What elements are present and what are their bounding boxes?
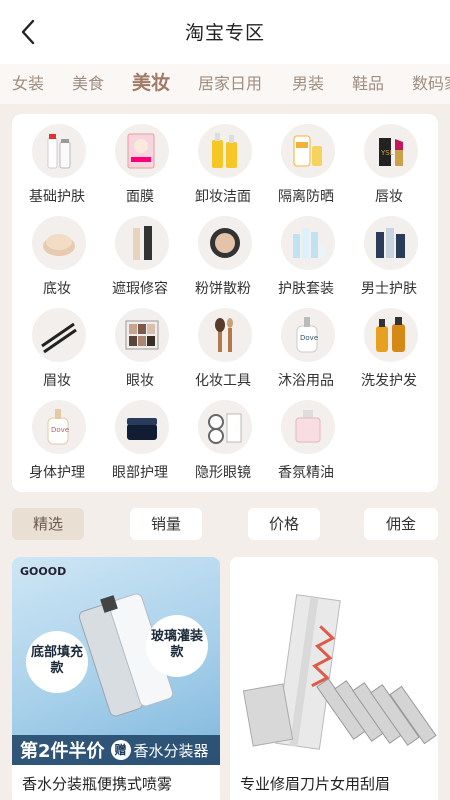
tab-shoes[interactable]: 鞋品 bbox=[352, 70, 384, 94]
cleanser-bottles-icon bbox=[198, 124, 252, 178]
subcategory-label: 唇妆 bbox=[375, 189, 403, 205]
bottom-fill-bubble: 底部填充款 bbox=[26, 631, 88, 693]
subcategory-label: 粉饼散粉 bbox=[195, 281, 251, 297]
subcategory-label: 隔离防晒 bbox=[278, 189, 334, 205]
subcategory-item[interactable]: YSL 唇妆 bbox=[347, 122, 431, 212]
body-wash-icon: Dove bbox=[281, 308, 335, 362]
subcategory-item[interactable]: 面膜 bbox=[98, 122, 182, 212]
subcategory-label: 眼妆 bbox=[126, 373, 154, 389]
subcategory-item[interactable]: Dove 身体护理 bbox=[15, 398, 99, 488]
svg-text:YSL: YSL bbox=[380, 149, 394, 157]
sunscreen-icon bbox=[281, 124, 335, 178]
eyeshadow-palette-icon bbox=[115, 308, 169, 362]
subcategory-item[interactable]: 粉饼散粉 bbox=[181, 214, 265, 304]
concealer-icon bbox=[115, 216, 169, 270]
subcategory-item[interactable]: Dove 沐浴用品 bbox=[264, 306, 348, 396]
glass-fill-bubble: 玻璃灌装款 bbox=[146, 615, 208, 677]
subcategory-label: 眉妆 bbox=[43, 373, 71, 389]
cushion-compact-icon bbox=[32, 216, 86, 270]
subcategory-label: 洗发护发 bbox=[361, 373, 417, 389]
subcategory-item[interactable]: 化妆工具 bbox=[181, 306, 265, 396]
subcategory-grid: 基础护肤 面膜 卸妆洁面 隔离防晒 YSL 唇妆 底妆 遮瑕修容 粉饼散粉 护肤… bbox=[12, 114, 438, 492]
sort-commission-button[interactable]: 佣金 bbox=[364, 508, 438, 540]
eyebrow-pencil-icon bbox=[32, 308, 86, 362]
skincare-set-icon bbox=[281, 216, 335, 270]
subcategory-item[interactable]: 基础护肤 bbox=[15, 122, 99, 212]
eye-cream-icon bbox=[115, 400, 169, 454]
subcategory-label: 沐浴用品 bbox=[278, 373, 334, 389]
eyebrow-razor-image bbox=[230, 557, 438, 765]
tab-beauty[interactable]: 美妆 bbox=[132, 68, 170, 95]
perfume-atomizer-image: GOOOD 底部填充款 玻璃灌装款 第2件半价 赠 香水分装器 bbox=[12, 557, 220, 765]
product-card[interactable]: GOOOD 底部填充款 玻璃灌装款 第2件半价 赠 香水分装器 香水分装瓶便携式… bbox=[12, 557, 220, 800]
subcategory-label: 隐形眼镜 bbox=[195, 465, 251, 481]
page-title: 淘宝专区 bbox=[184, 22, 265, 44]
skincare-bottles-icon bbox=[32, 124, 86, 178]
svg-text:Dove: Dove bbox=[300, 334, 318, 342]
face-mask-icon bbox=[115, 124, 169, 178]
promo-banner: 第2件半价 赠 香水分装器 bbox=[12, 735, 220, 765]
subcategory-label: 男士护肤 bbox=[361, 281, 417, 297]
category-tab-bar: 女装 美食 美妆 居家日用 男装 鞋品 数码家 bbox=[0, 64, 450, 104]
contact-lens-icon bbox=[198, 400, 252, 454]
subcategory-item[interactable]: 男士护肤 bbox=[347, 214, 431, 304]
tab-food[interactable]: 美食 bbox=[72, 70, 104, 94]
promo-rest-text: 香水分装器 bbox=[133, 741, 209, 760]
subcategory-label: 眼部护理 bbox=[112, 465, 168, 481]
subcategory-label: 遮瑕修容 bbox=[112, 281, 168, 297]
subcategory-item[interactable]: 护肤套装 bbox=[264, 214, 348, 304]
subcategory-label: 香氛精油 bbox=[278, 465, 334, 481]
subcategory-item[interactable]: 隔离防晒 bbox=[264, 122, 348, 212]
subcategory-label: 基础护肤 bbox=[29, 189, 85, 205]
top-bar: 淘宝专区 bbox=[0, 0, 450, 64]
subcategory-item[interactable]: 遮瑕修容 bbox=[98, 214, 182, 304]
mens-skincare-icon bbox=[364, 216, 418, 270]
product-name: 专业修眉刀片女用刮眉 bbox=[240, 775, 391, 793]
subcategory-label: 化妆工具 bbox=[195, 373, 251, 389]
subcategory-label: 面膜 bbox=[126, 189, 154, 205]
subcategory-item[interactable]: 眼妆 bbox=[98, 306, 182, 396]
gift-icon: 赠 bbox=[110, 740, 131, 760]
promo-main-text: 第2件半价 bbox=[20, 741, 105, 762]
product-card[interactable]: 专业修眉刀片女用刮眉 bbox=[230, 557, 438, 800]
makeup-brush-icon bbox=[198, 308, 252, 362]
lipstick-icon: YSL bbox=[364, 124, 418, 178]
powder-compact-icon bbox=[198, 216, 252, 270]
svg-text:Dove: Dove bbox=[51, 426, 69, 434]
subcategory-label: 卸妆洁面 bbox=[195, 189, 251, 205]
subcategory-label: 护肤套装 bbox=[278, 281, 334, 297]
subcategory-label: 底妆 bbox=[43, 281, 71, 297]
subcategory-item[interactable]: 洗发护发 bbox=[347, 306, 431, 396]
subcategory-item[interactable]: 眼部护理 bbox=[98, 398, 182, 488]
razor-package-icon bbox=[242, 594, 437, 750]
subcategory-item[interactable]: 隐形眼镜 bbox=[181, 398, 265, 488]
shampoo-icon bbox=[364, 308, 418, 362]
product-name: 香水分装瓶便携式喷雾 bbox=[22, 775, 173, 793]
body-lotion-icon: Dove bbox=[32, 400, 86, 454]
sort-price-button[interactable]: 价格 bbox=[248, 508, 320, 540]
sort-bar: 精选 销量 价格 佣金 bbox=[0, 504, 450, 546]
subcategory-item[interactable]: 卸妆洁面 bbox=[181, 122, 265, 212]
tab-digital[interactable]: 数码家 bbox=[412, 70, 450, 94]
subcategory-label: 身体护理 bbox=[29, 465, 85, 481]
subcategory-item[interactable]: 眉妆 bbox=[15, 306, 99, 396]
tab-women-clothing[interactable]: 女装 bbox=[12, 70, 44, 94]
sort-sales-button[interactable]: 销量 bbox=[130, 508, 202, 540]
subcategory-item[interactable]: 香氛精油 bbox=[264, 398, 348, 488]
tab-men-clothing[interactable]: 男装 bbox=[292, 70, 324, 94]
tab-home-daily[interactable]: 居家日用 bbox=[198, 70, 262, 94]
subcategory-item[interactable]: 底妆 bbox=[15, 214, 99, 304]
perfume-icon bbox=[281, 400, 335, 454]
sort-featured-button[interactable]: 精选 bbox=[12, 508, 84, 540]
